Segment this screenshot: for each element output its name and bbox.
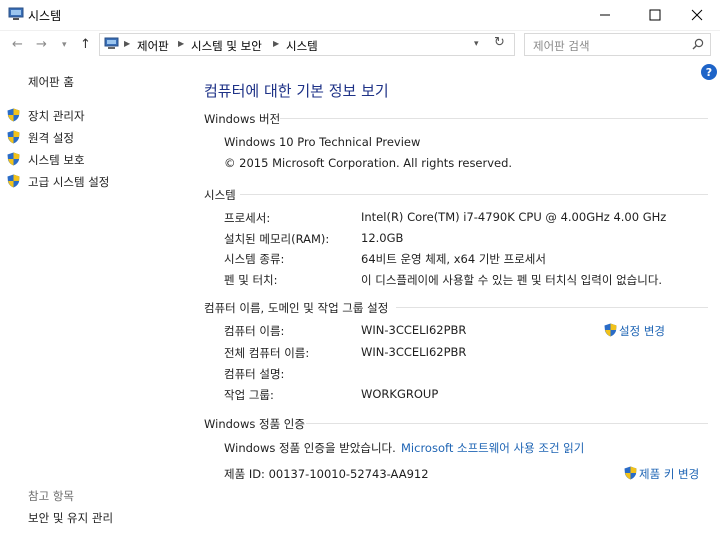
processor-label: 프로세서:: [224, 211, 271, 225]
see-also-heading: 참고 항목: [28, 489, 74, 503]
uac-shield-icon: [624, 466, 637, 480]
sidebar-security-maintenance[interactable]: 보안 및 유지 관리: [28, 510, 113, 526]
section-divider: [396, 307, 708, 308]
address-box[interactable]: ▶ 제어판 ▶ 시스템 및 보안 ▶ 시스템 ▾ ↻: [99, 33, 515, 56]
product-id: 제품 ID: 00137-10010-52743-AA912: [224, 467, 429, 481]
uac-shield-icon: [7, 108, 20, 122]
maximize-button[interactable]: [632, 0, 678, 30]
change-settings-link[interactable]: 설정 변경: [619, 323, 665, 339]
back-arrow-icon[interactable]: ←: [12, 37, 23, 52]
section-divider: [306, 423, 708, 424]
edition-name: Windows 10 Pro Technical Preview: [224, 135, 421, 149]
memory-value: 12.0GB: [361, 231, 404, 245]
section-title-windows-edition: Windows 버전: [204, 112, 281, 126]
breadcrumb-control-panel[interactable]: 제어판: [137, 38, 169, 54]
search-input[interactable]: 제어판 검색: [533, 38, 590, 54]
sidebar-remote-settings[interactable]: 원격 설정: [28, 130, 74, 146]
minimize-button[interactable]: [582, 0, 628, 30]
address-dropdown-icon[interactable]: ▾: [474, 39, 479, 49]
uac-shield-icon: [604, 323, 617, 337]
computer-description-label: 컴퓨터 설명:: [224, 367, 285, 381]
system-app-icon: [8, 7, 24, 20]
pen-touch-label: 펜 및 터치:: [224, 273, 278, 287]
full-computer-name-value: WIN-3CCELI62PBR: [361, 345, 467, 359]
section-divider: [280, 118, 708, 119]
section-divider: [240, 194, 708, 195]
minimize-icon: [600, 14, 610, 16]
computer-name-label: 컴퓨터 이름:: [224, 324, 285, 338]
title-bar: 시스템: [0, 0, 720, 31]
page-title: 컴퓨터에 대한 기본 정보 보기: [204, 82, 389, 100]
maximize-icon: [649, 9, 661, 21]
memory-label: 설치된 메모리(RAM):: [224, 232, 330, 246]
up-arrow-icon[interactable]: ↑: [80, 37, 91, 52]
full-computer-name-label: 전체 컴퓨터 이름:: [224, 346, 310, 360]
search-icon[interactable]: [692, 38, 704, 50]
workgroup-value: WORKGROUP: [361, 387, 439, 401]
search-box[interactable]: 제어판 검색: [524, 33, 711, 56]
pen-touch-value: 이 디스플레이에 사용할 수 있는 펜 및 터치식 입력이 없습니다.: [361, 273, 663, 287]
copyright-text: © 2015 Microsoft Corporation. All rights…: [224, 156, 513, 170]
sidebar-home-link[interactable]: 제어판 홈: [28, 74, 74, 90]
section-title-system: 시스템: [204, 188, 236, 202]
section-title-computer-name: 컴퓨터 이름, 도메인 및 작업 그룹 설정: [204, 301, 389, 315]
uac-shield-icon: [7, 130, 20, 144]
close-icon: [691, 9, 703, 21]
breadcrumb-system[interactable]: 시스템: [286, 38, 318, 54]
close-button[interactable]: [674, 0, 720, 30]
workgroup-label: 작업 그룹:: [224, 388, 274, 402]
uac-shield-icon: [7, 152, 20, 166]
breadcrumb-system-security[interactable]: 시스템 및 보안: [191, 38, 262, 54]
breadcrumb-separator-icon: ▶: [124, 39, 131, 48]
processor-value: Intel(R) Core(TM) i7-4790K CPU @ 4.00GHz…: [361, 210, 667, 224]
sidebar-device-manager[interactable]: 장치 관리자: [28, 108, 85, 124]
system-type-label: 시스템 종류:: [224, 252, 285, 266]
refresh-icon[interactable]: ↻: [494, 35, 505, 50]
window-title: 시스템: [28, 9, 62, 23]
activation-status: Windows 정품 인증을 받았습니다.: [224, 441, 396, 455]
section-title-activation: Windows 정품 인증: [204, 417, 305, 431]
change-product-key-link[interactable]: 제품 키 변경: [639, 466, 699, 482]
recent-locations-icon[interactable]: ▾: [62, 40, 67, 50]
forward-arrow-icon[interactable]: →: [36, 37, 47, 52]
sidebar-system-protection[interactable]: 시스템 보호: [28, 152, 85, 168]
control-panel-icon: [104, 37, 119, 49]
license-terms-link[interactable]: Microsoft 소프트웨어 사용 조건 읽기: [401, 440, 584, 456]
sidebar-advanced-settings[interactable]: 고급 시스템 설정: [28, 174, 109, 190]
uac-shield-icon: [7, 174, 20, 188]
system-type-value: 64비트 운영 체제, x64 기반 프로세서: [361, 252, 546, 266]
help-icon[interactable]: ?: [701, 64, 717, 80]
computer-name-value: WIN-3CCELI62PBR: [361, 323, 467, 337]
breadcrumb-separator-icon: ▶: [273, 39, 280, 48]
breadcrumb-separator-icon: ▶: [178, 39, 185, 48]
